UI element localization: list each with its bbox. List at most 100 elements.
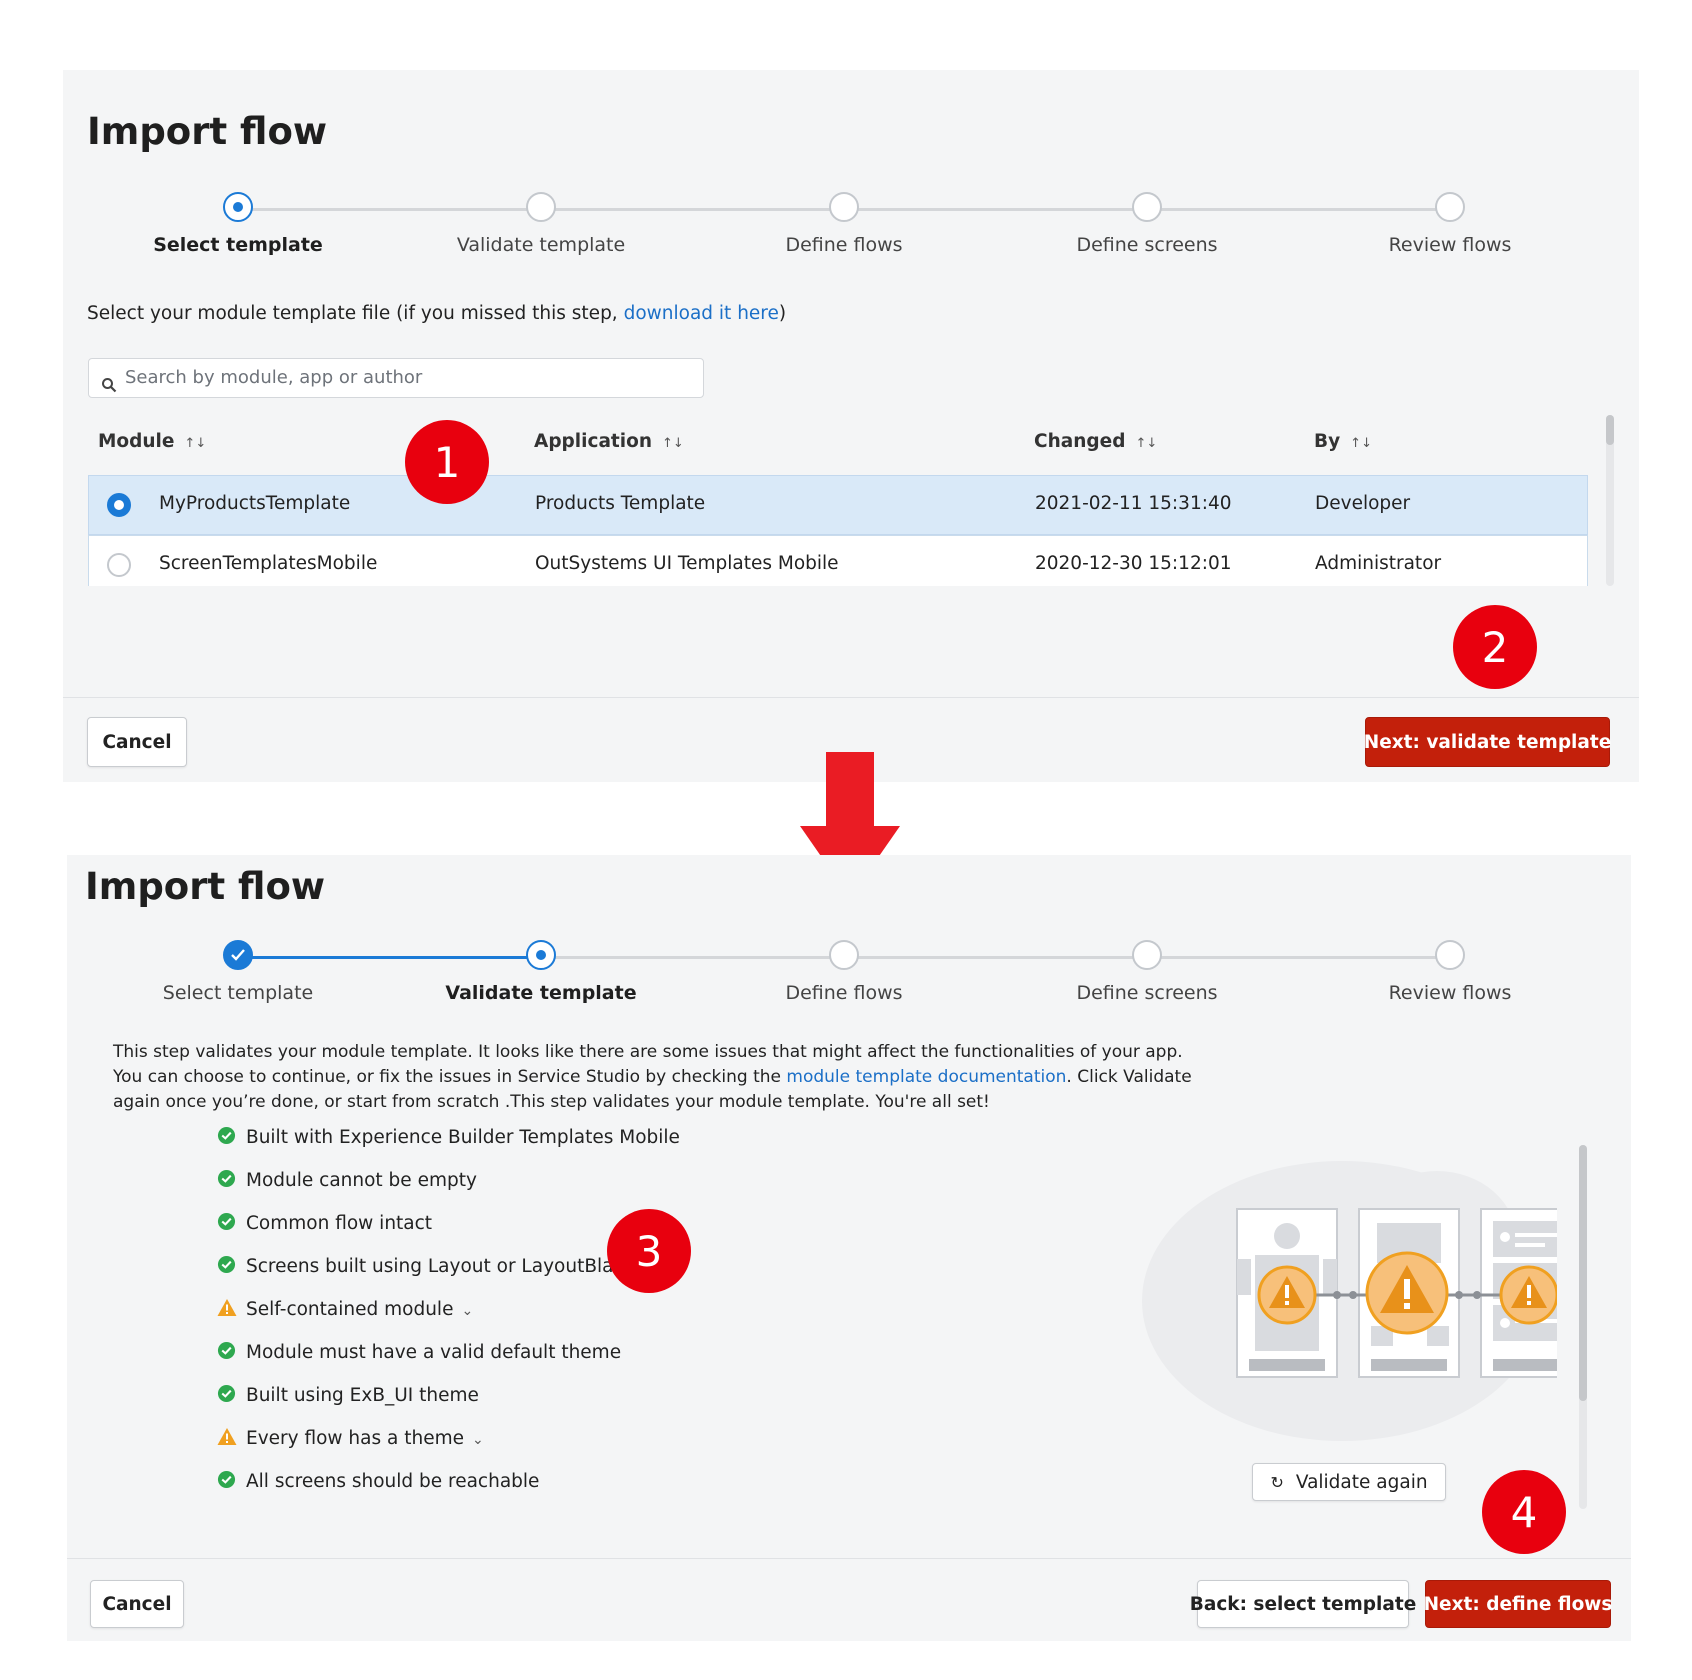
check-label: Every flow has a theme bbox=[246, 1428, 464, 1449]
dialog-title: Import flow bbox=[85, 865, 326, 908]
sort-icon[interactable]: ↑↓ bbox=[662, 436, 684, 451]
check-label: Module cannot be empty bbox=[246, 1170, 477, 1191]
step-define-screens: Define screens bbox=[1027, 940, 1267, 1004]
step-pending-icon bbox=[1132, 192, 1162, 222]
sort-icon[interactable]: ↑↓ bbox=[184, 436, 206, 451]
column-label: Changed bbox=[1034, 431, 1126, 452]
success-icon bbox=[217, 1255, 236, 1274]
step-label: Define flows bbox=[785, 982, 903, 1004]
row-radio[interactable] bbox=[107, 553, 131, 577]
step-select-template: Select template bbox=[118, 940, 358, 1004]
sort-icon[interactable]: ↑↓ bbox=[1350, 436, 1372, 451]
sort-icon[interactable]: ↑↓ bbox=[1135, 436, 1157, 451]
intro-text-part: ) bbox=[778, 303, 787, 324]
intro-line: again once you’re done, or start from sc… bbox=[113, 1092, 990, 1112]
chevron-down-icon[interactable]: ⌄ bbox=[461, 1303, 473, 1319]
back-select-template-button[interactable]: Back: select template bbox=[1190, 1580, 1416, 1628]
search-input[interactable]: Search by module, app or author bbox=[88, 358, 704, 398]
column-by[interactable]: By ↑↓ bbox=[1314, 431, 1372, 452]
table-row[interactable]: MyProductsTemplate Products Template 202… bbox=[88, 475, 1588, 535]
intro-text-part: . Click Validate bbox=[1066, 1067, 1192, 1087]
dialog-title: Import flow bbox=[87, 110, 328, 153]
search-icon bbox=[101, 369, 117, 407]
select-template-dialog: Import flow Select template Validate tem… bbox=[63, 70, 1639, 782]
validation-intro: This step validates your module template… bbox=[113, 1040, 1192, 1115]
search-placeholder: Search by module, app or author bbox=[125, 367, 423, 388]
step-pending-icon bbox=[526, 192, 556, 222]
scrollbar-thumb[interactable] bbox=[1579, 1145, 1587, 1401]
validate-template-dialog: Import flow Select template Validate tem… bbox=[67, 855, 1631, 1641]
intro-text: Select your module template file (if you… bbox=[87, 301, 786, 326]
step-define-flows: Define flows bbox=[724, 940, 964, 1004]
success-icon bbox=[217, 1212, 236, 1231]
intro-text-part: You can choose to continue, or fix the i… bbox=[113, 1067, 787, 1087]
step-review-flows: Review flows bbox=[1330, 192, 1570, 256]
step-pending-icon bbox=[1132, 940, 1162, 970]
step-label: Review flows bbox=[1388, 234, 1512, 256]
annotation-badge-3: 3 bbox=[607, 1209, 691, 1293]
annotation-badge-1: 1 bbox=[405, 420, 489, 504]
intro-line: This step validates your module template… bbox=[113, 1042, 1183, 1062]
table-header: Module ↑↓ Application ↑↓ Changed ↑↓ By ↑↓ bbox=[88, 415, 1588, 475]
next-define-flows-button[interactable]: Next: define flows bbox=[1424, 1580, 1612, 1628]
column-label: Application bbox=[534, 431, 653, 452]
step-pending-icon bbox=[1435, 940, 1465, 970]
step-label: Define screens bbox=[1076, 234, 1218, 256]
step-review-flows: Review flows bbox=[1330, 940, 1570, 1004]
validate-again-button[interactable]: ↻ Validate again bbox=[1252, 1463, 1446, 1501]
cell-module: ScreenTemplatesMobile bbox=[159, 553, 378, 574]
validate-again-label: Validate again bbox=[1295, 1471, 1428, 1493]
download-template-link[interactable]: download it here bbox=[624, 303, 779, 324]
cell-by: Developer bbox=[1315, 493, 1411, 514]
column-application[interactable]: Application ↑↓ bbox=[534, 431, 684, 452]
step-pending-icon bbox=[1435, 192, 1465, 222]
stepper: Select template Validate template Define… bbox=[67, 940, 1631, 1020]
footer-divider bbox=[67, 1558, 1631, 1559]
next-validate-template-button[interactable]: Next: validate template bbox=[1364, 717, 1611, 767]
intro-text-part: Select your module template file (if you… bbox=[87, 303, 624, 324]
step-pending-icon bbox=[829, 192, 859, 222]
step-active-icon bbox=[526, 940, 556, 970]
row-radio[interactable] bbox=[107, 493, 131, 517]
intro-line: You can choose to continue, or fix the i… bbox=[113, 1065, 1192, 1090]
validation-warning-illustration bbox=[1142, 1161, 1557, 1441]
scrollbar-thumb[interactable] bbox=[1606, 415, 1614, 445]
step-validate-template: Validate template bbox=[421, 940, 661, 1004]
check-label: All screens should be reachable bbox=[246, 1471, 540, 1492]
cell-module: MyProductsTemplate bbox=[159, 493, 351, 514]
step-select-template: Select template bbox=[118, 192, 358, 256]
table-scrollbar[interactable] bbox=[1606, 415, 1614, 586]
cell-application: Products Template bbox=[535, 493, 706, 514]
cancel-button[interactable]: Cancel bbox=[87, 717, 187, 767]
validation-checklist: Built with Experience Builder Templates … bbox=[217, 1125, 717, 1497]
success-icon bbox=[217, 1470, 236, 1489]
column-changed[interactable]: Changed ↑↓ bbox=[1034, 431, 1157, 452]
step-label: Review flows bbox=[1388, 982, 1512, 1004]
check-label: Built with Experience Builder Templates … bbox=[246, 1127, 680, 1148]
check-label: Self-contained module bbox=[246, 1299, 454, 1320]
cell-by: Administrator bbox=[1315, 553, 1442, 574]
check-label: Common flow intact bbox=[246, 1213, 433, 1234]
checklist-scrollbar[interactable] bbox=[1579, 1145, 1587, 1509]
stepper-track bbox=[541, 956, 1450, 959]
success-icon bbox=[217, 1341, 236, 1360]
step-define-flows: Define flows bbox=[724, 192, 964, 256]
table-row[interactable]: ScreenTemplatesMobile OutSystems UI Temp… bbox=[88, 535, 1588, 586]
cell-application: OutSystems UI Templates Mobile bbox=[535, 553, 839, 574]
step-validate-template: Validate template bbox=[421, 192, 661, 256]
check-label: Screens built using Layout or LayoutBlan… bbox=[246, 1256, 636, 1277]
check-label: Built using ExB_UI theme bbox=[246, 1385, 479, 1406]
chevron-down-icon[interactable]: ⌄ bbox=[472, 1432, 484, 1448]
step-label: Define flows bbox=[785, 234, 903, 256]
cancel-button[interactable]: Cancel bbox=[90, 1580, 184, 1628]
step-pending-icon bbox=[829, 940, 859, 970]
footer-divider bbox=[63, 697, 1639, 698]
success-icon bbox=[217, 1384, 236, 1403]
column-label: Module bbox=[98, 431, 175, 452]
column-module[interactable]: Module ↑↓ bbox=[98, 431, 206, 452]
step-label: Validate template bbox=[445, 982, 637, 1004]
refresh-icon: ↻ bbox=[1270, 1472, 1284, 1492]
documentation-link[interactable]: module template documentation bbox=[786, 1067, 1066, 1087]
success-icon bbox=[217, 1169, 236, 1188]
column-label: By bbox=[1314, 431, 1341, 452]
